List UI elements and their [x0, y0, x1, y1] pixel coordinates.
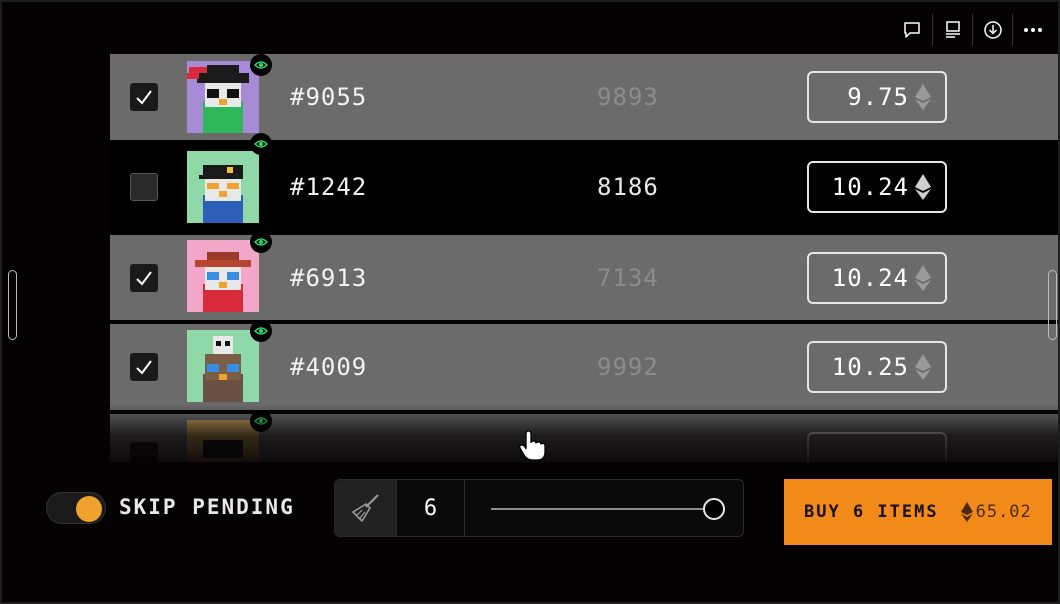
- rarity-rank: 9992: [597, 353, 659, 381]
- right-resize-handle[interactable]: [1048, 270, 1057, 340]
- more-icon: [1023, 28, 1042, 32]
- feed-button[interactable]: [932, 14, 972, 46]
- sweep-control: 6: [334, 479, 744, 537]
- nft-thumbnail[interactable]: [187, 240, 259, 312]
- price-box[interactable]: 10.24: [807, 251, 947, 304]
- buy-label: BUY 6 ITEMS: [804, 502, 939, 522]
- buy-total-value: 65.02: [975, 502, 1032, 522]
- list-item[interactable]: #4009 9992 10.25: [110, 320, 1058, 410]
- price-value: 10.24: [831, 173, 909, 201]
- nft-thumbnail[interactable]: [187, 61, 259, 133]
- eye-icon: [254, 140, 268, 148]
- price-value: 10.24: [831, 263, 909, 292]
- owl-avatar-skull: [187, 330, 259, 402]
- skip-pending-toggle[interactable]: [46, 492, 106, 524]
- eth-icon: [915, 264, 931, 291]
- rarity-rank: 9893: [597, 83, 659, 111]
- top-toolbar: [892, 14, 1052, 46]
- eye-icon: [254, 238, 268, 246]
- left-resize-handle[interactable]: [8, 270, 17, 340]
- watch-badge[interactable]: [250, 231, 272, 253]
- watch-badge[interactable]: [250, 54, 272, 76]
- checkmark-icon: [136, 360, 152, 375]
- nft-thumbnail[interactable]: [187, 330, 259, 402]
- hand-cursor-icon: [519, 430, 546, 461]
- eye-icon: [254, 327, 268, 335]
- owl-avatar-cap: [187, 151, 259, 223]
- watch-badge[interactable]: [250, 133, 272, 155]
- token-id: #6913: [290, 263, 368, 292]
- download-icon: [983, 21, 1002, 39]
- slider-thumb[interactable]: [703, 498, 725, 520]
- token-id: #9055: [290, 83, 368, 111]
- checkmark-icon: [136, 90, 152, 105]
- broom-icon: [351, 494, 379, 522]
- token-id: #1242: [290, 173, 368, 201]
- comment-icon: [904, 22, 920, 38]
- eth-icon: [915, 354, 931, 380]
- listing-list: #9055 9893 9.75 #1242 8186 10.24 #6913 7…: [110, 54, 1058, 474]
- price-value: 10.25: [831, 353, 909, 381]
- checkmark-icon: [136, 270, 152, 286]
- row-checkbox[interactable]: [130, 173, 158, 201]
- rarity-rank: 8186: [597, 173, 659, 201]
- more-button[interactable]: [1012, 14, 1052, 46]
- eth-icon: [915, 174, 931, 200]
- nft-thumbnail[interactable]: [187, 151, 259, 223]
- sweep-button[interactable]: [335, 480, 397, 536]
- eye-icon: [254, 61, 268, 69]
- buy-total: 65.02: [960, 502, 1032, 522]
- owl-avatar-cowboy-hat: [187, 240, 259, 312]
- list-item[interactable]: #1242 8186 10.24: [110, 133, 1058, 233]
- price-box[interactable]: 10.24: [807, 161, 947, 213]
- app-frame: #9055 9893 9.75 #1242 8186 10.24 #6913 7…: [0, 0, 1060, 604]
- sweep-count[interactable]: 6: [397, 480, 465, 536]
- list-item[interactable]: #6913 7134 10.24: [110, 231, 1058, 320]
- row-checkbox[interactable]: [130, 263, 158, 292]
- slider-track: [491, 508, 719, 510]
- list-item[interactable]: #9055 9893 9.75: [110, 54, 1058, 140]
- token-id: #4009: [290, 353, 368, 381]
- eth-icon: [915, 84, 931, 110]
- row-checkbox[interactable]: [130, 83, 158, 111]
- comment-button[interactable]: [892, 14, 932, 46]
- price-box[interactable]: 9.75: [807, 71, 947, 123]
- row-checkbox[interactable]: [130, 353, 158, 381]
- buy-items-button[interactable]: BUY 6 ITEMS 65.02: [784, 479, 1052, 545]
- owl-avatar-pirate-hat: [187, 61, 259, 133]
- sweep-slider[interactable]: [465, 480, 743, 536]
- watch-badge[interactable]: [250, 320, 272, 342]
- price-box[interactable]: 10.25: [807, 341, 947, 393]
- price-value: 9.75: [847, 83, 909, 111]
- feed-icon: [945, 21, 960, 38]
- toggle-knob: [76, 496, 102, 522]
- skip-pending-label: SKIP PENDING: [119, 495, 295, 519]
- download-button[interactable]: [972, 14, 1012, 46]
- eth-icon: [960, 502, 973, 522]
- rarity-rank: 7134: [597, 263, 659, 292]
